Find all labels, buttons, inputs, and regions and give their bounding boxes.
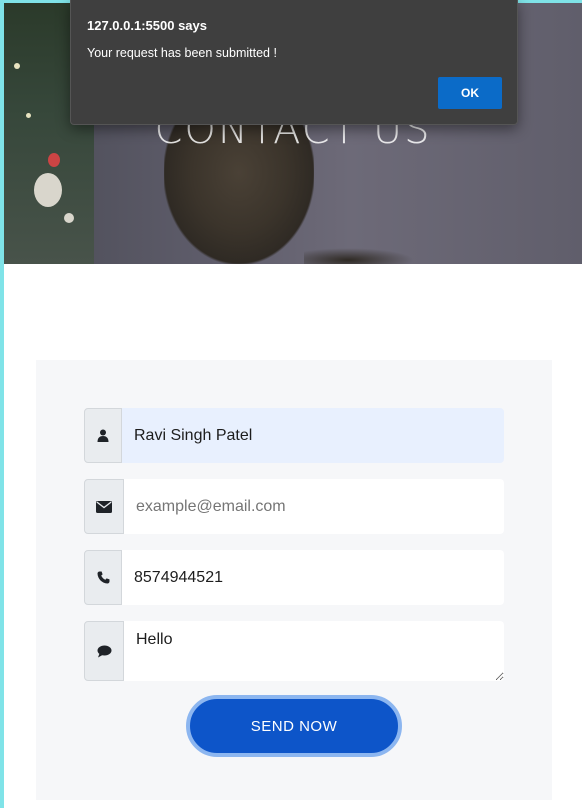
dialog-message: Your request has been submitted ! — [87, 46, 277, 60]
name-field[interactable] — [122, 408, 504, 463]
send-now-button[interactable]: SEND NOW — [186, 695, 402, 757]
email-field[interactable] — [124, 479, 504, 534]
user-icon — [84, 408, 122, 463]
envelope-icon — [84, 479, 124, 534]
ok-button[interactable]: OK — [438, 77, 502, 109]
phone-field-group — [84, 550, 504, 605]
alert-dialog: 127.0.0.1:5500 says Your request has bee… — [70, 0, 518, 125]
phone-field[interactable] — [122, 550, 504, 605]
dialog-title: 127.0.0.1:5500 says — [87, 18, 207, 33]
phone-icon — [84, 550, 122, 605]
hero-cat-tail — [304, 248, 414, 264]
name-field-group — [84, 408, 504, 463]
contact-form: SEND NOW — [36, 360, 552, 800]
email-field-group — [84, 479, 504, 534]
comment-icon — [84, 621, 124, 681]
message-field[interactable] — [124, 621, 504, 681]
message-field-group — [84, 621, 504, 681]
